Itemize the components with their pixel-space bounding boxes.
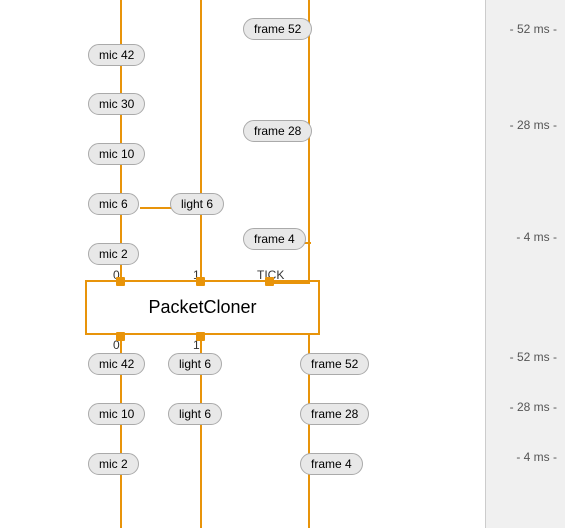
timeline-label-28ms-top: - 28 ms - <box>510 118 557 132</box>
connector-out1 <box>196 332 205 341</box>
node-frame4-in: frame 4 <box>243 228 306 250</box>
node-mic10-out: mic 10 <box>88 403 145 425</box>
node-frame28-in: frame 28 <box>243 120 312 142</box>
node-mic42-in: mic 42 <box>88 44 145 66</box>
connector-out0 <box>116 332 125 341</box>
node-frame52-in: frame 52 <box>243 18 312 40</box>
node-light6-out1: light 6 <box>168 353 222 375</box>
diagram: - 52 ms - - 28 ms - - 4 ms - - 52 ms - -… <box>0 0 565 528</box>
node-light6-in: light 6 <box>170 193 224 215</box>
node-mic10-in: mic 10 <box>88 143 145 165</box>
node-mic2-out: mic 2 <box>88 453 139 475</box>
node-mic6-in: mic 6 <box>88 193 139 215</box>
vline-left-input <box>120 0 122 282</box>
connector-in1 <box>196 277 205 286</box>
timeline-label-4ms-top: - 4 ms - <box>516 230 557 244</box>
node-frame28-out: frame 28 <box>300 403 369 425</box>
hline-mic6-light6 <box>140 207 172 209</box>
timeline-label-52ms-bot: - 52 ms - <box>510 350 557 364</box>
timeline-label-4ms-bot: - 4 ms - <box>516 450 557 464</box>
node-mic2-in: mic 2 <box>88 243 139 265</box>
node-mic42-out: mic 42 <box>88 353 145 375</box>
vline-mid-input <box>200 0 202 282</box>
timeline-label-52ms-top: - 52 ms - <box>510 22 557 36</box>
cloner-box: PacketCloner <box>85 280 320 335</box>
node-mic30-in: mic 30 <box>88 93 145 115</box>
node-frame52-out: frame 52 <box>300 353 369 375</box>
timeline: - 52 ms - - 28 ms - - 4 ms - - 52 ms - -… <box>485 0 565 528</box>
vline-right-input <box>308 0 310 282</box>
cloner-label: PacketCloner <box>148 297 256 318</box>
node-light6-out2: light 6 <box>168 403 222 425</box>
hline-tick <box>270 282 310 284</box>
connector-in0 <box>116 277 125 286</box>
node-frame4-out: frame 4 <box>300 453 363 475</box>
timeline-label-28ms-bot: - 28 ms - <box>510 400 557 414</box>
